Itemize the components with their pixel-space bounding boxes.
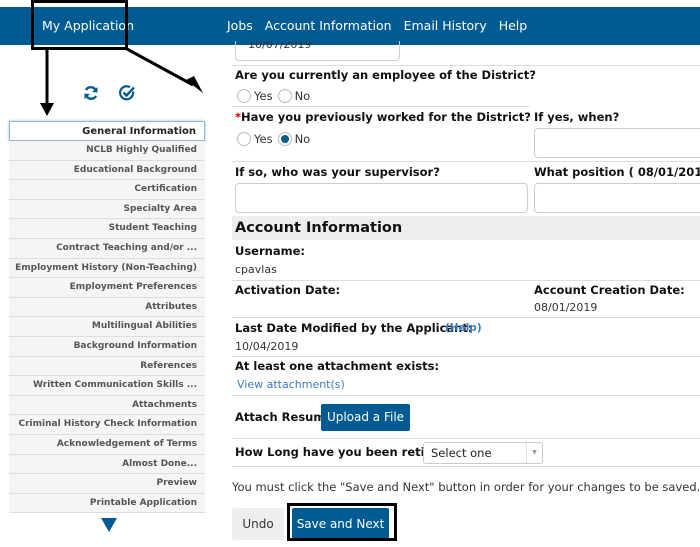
divider <box>232 356 700 357</box>
divider <box>232 161 700 162</box>
retired-label: How Long have you been retired? <box>235 445 453 459</box>
sidebar-item-employment-history[interactable]: Employment History (Non-Teaching) <box>9 258 205 279</box>
nav-account-information[interactable]: Account Information <box>265 18 392 33</box>
username-value: cpavlas <box>235 263 277 276</box>
sidebar-item-contract-teaching[interactable]: Contract Teaching and/or ... <box>9 238 205 259</box>
current-employee-no-radio[interactable] <box>277 89 292 103</box>
last-modified-value: 10/04/2019 <box>235 340 299 353</box>
account-creation-date-label: Account Creation Date: <box>534 283 685 297</box>
account-information-header: Account Information <box>232 216 700 240</box>
sidebar-item-printable-application[interactable]: Printable Application <box>9 493 205 514</box>
current-employee-radios: Yes No <box>237 89 315 103</box>
previously-worked-radios: Yes No <box>237 132 315 146</box>
divider <box>232 395 700 396</box>
previously-worked-no-label: No <box>294 132 311 146</box>
sidebar-item-criminal-history[interactable]: Criminal History Check Information <box>9 415 205 435</box>
annotation-arrow-down-head <box>40 103 54 116</box>
undo-button[interactable]: Undo <box>232 508 284 540</box>
save-notice: You must click the "Save and Next" butto… <box>232 480 700 494</box>
sidebar-item-attachments[interactable]: Attachments <box>9 395 205 416</box>
sidebar-item-specialty-area[interactable]: Specialty Area <box>9 199 205 220</box>
account-creation-date-value: 08/01/2019 <box>534 301 598 314</box>
check-circle-icon[interactable] <box>118 84 136 102</box>
sidebar-item-written-communication[interactable]: Written Communication Skills ... <box>9 376 205 396</box>
divider <box>232 65 700 66</box>
sidebar-item-background-information[interactable]: Background Information <box>9 336 205 357</box>
last-modified-label: Last Date Modified by the Applicant: <box>235 321 473 335</box>
if-yes-when-label: If yes, when? <box>534 110 620 124</box>
scroll-down-icon[interactable] <box>101 518 117 532</box>
divider <box>232 106 530 107</box>
divider <box>232 317 700 318</box>
current-employee-question: Are you currently an employee of the Dis… <box>235 68 536 82</box>
upload-file-button[interactable]: Upload a File <box>321 404 410 431</box>
sidebar-item-educational-background[interactable]: Educational Background <box>9 160 205 181</box>
position-input[interactable] <box>534 183 700 213</box>
position-label: What position ( 08/01/2019 )? <box>534 165 700 179</box>
attach-resume-label: Attach Resume <box>235 410 334 424</box>
sidebar-item-acknowledgement[interactable]: Acknowledgement of Terms <box>9 434 205 455</box>
refresh-icon[interactable] <box>82 84 100 102</box>
supervisor-input[interactable] <box>235 183 528 213</box>
nav-email-history[interactable]: Email History <box>404 18 487 33</box>
previously-worked-text: Have you previously worked for the Distr… <box>241 110 531 124</box>
activation-date-label: Activation Date: <box>235 283 341 297</box>
nav-links: Jobs Account Information Email History H… <box>227 18 539 47</box>
sidebar-item-references[interactable]: References <box>9 356 205 377</box>
last-modified-help-link[interactable]: (Help) <box>445 322 482 334</box>
current-employee-yes-radio[interactable] <box>237 89 251 103</box>
divider <box>232 438 700 439</box>
sidebar-item-nclb-highly-qualified[interactable]: NCLB Highly Qualified <box>9 141 205 161</box>
supervisor-label: If so, who was your supervisor? <box>235 165 440 179</box>
annotation-box-save-and-next <box>287 503 397 541</box>
username-label: Username: <box>235 244 305 258</box>
sidebar-toolbar <box>82 84 136 102</box>
divider <box>232 466 700 467</box>
sidebar-item-multilingual-abilities[interactable]: Multilingual Abilities <box>9 317 205 337</box>
divider <box>232 280 700 281</box>
retired-select-value: Select one <box>431 446 492 460</box>
attachment-exists-label: At least one attachment exists: <box>235 359 440 373</box>
nav-jobs[interactable]: Jobs <box>227 18 253 33</box>
current-employee-yes-label: Yes <box>254 89 273 103</box>
sidebar-item-preview[interactable]: Preview <box>9 474 205 494</box>
sidebar-item-almost-done[interactable]: Almost Done... <box>9 454 205 475</box>
annotation-arrow-right-head <box>186 76 203 93</box>
if-yes-when-input[interactable] <box>534 128 700 158</box>
previously-worked-yes-label: Yes <box>254 132 273 146</box>
view-attachments-link[interactable]: View attachment(s) <box>237 378 345 391</box>
sidebar-item-attributes[interactable]: Attributes <box>9 297 205 318</box>
sidebar-nav: General Information NCLB Highly Qualifie… <box>9 121 205 514</box>
sidebar-item-employment-preferences[interactable]: Employment Preferences <box>9 278 205 298</box>
date-input[interactable]: 10/07/2019 <box>235 41 400 61</box>
sidebar-item-general-information[interactable]: General Information <box>9 121 205 141</box>
retired-select[interactable]: Select one ▼ <box>423 442 543 464</box>
chevron-down-icon: ▼ <box>526 443 542 463</box>
previously-worked-question: *Have you previously worked for the Dist… <box>235 110 531 124</box>
sidebar-item-certification[interactable]: Certification <box>9 180 205 200</box>
previously-worked-yes-radio[interactable] <box>237 132 251 146</box>
current-employee-no-label: No <box>294 89 311 103</box>
nav-help[interactable]: Help <box>496 18 531 47</box>
annotation-arrow-right-line <box>126 47 194 87</box>
annotation-box-my-application <box>31 0 128 50</box>
sidebar-item-student-teaching[interactable]: Student Teaching <box>9 219 205 239</box>
previously-worked-no-radio[interactable] <box>277 132 292 146</box>
